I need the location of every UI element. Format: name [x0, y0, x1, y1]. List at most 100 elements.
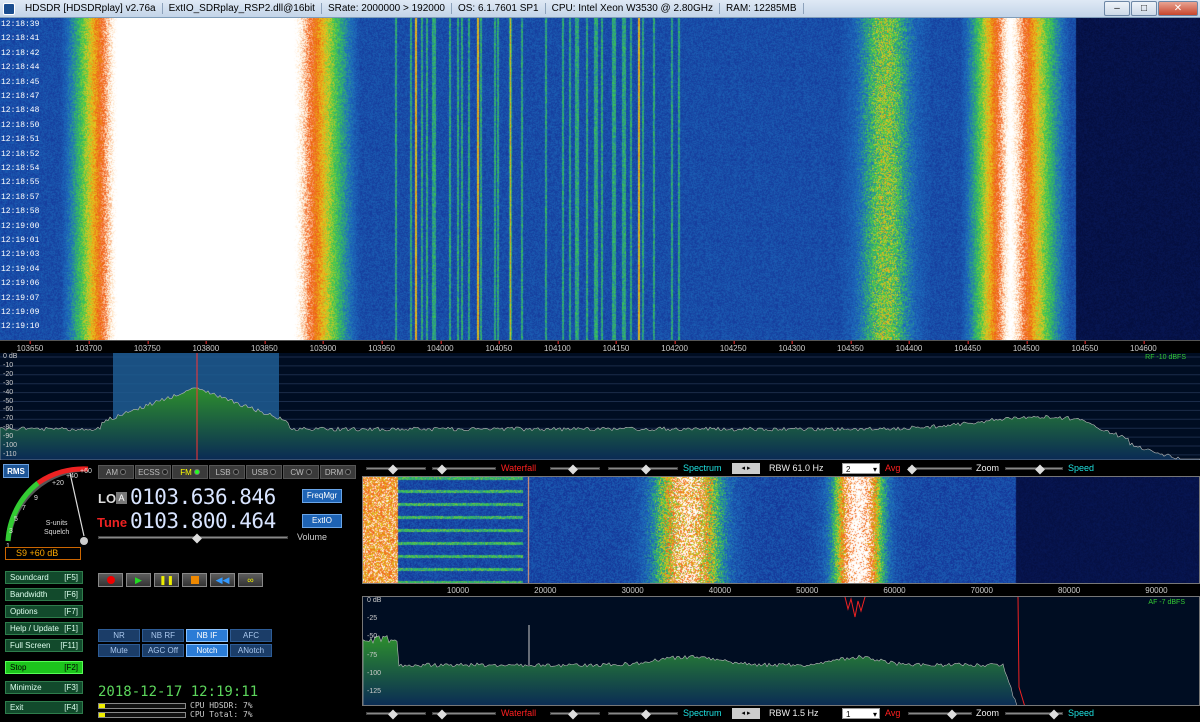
options-button[interactable]: Options [F7] [5, 605, 83, 618]
vfo-a-button[interactable]: A [116, 492, 127, 504]
dsp-agc-off-button[interactable]: AGC Off [142, 644, 184, 657]
s-meter-scale-label: +60 [80, 468, 92, 475]
waterfall-time-label: 12:18:55 [1, 178, 40, 188]
waterfall-slider-2[interactable] [432, 464, 496, 475]
frequency-tick-mark [908, 341, 910, 344]
close-button[interactable]: ✕ [1158, 1, 1198, 16]
stop-playback-button[interactable] [182, 573, 207, 587]
frequency-tick: 103700 [75, 341, 102, 353]
stop-button[interactable]: Stop [F2] [5, 661, 83, 674]
spectrum-slider-1[interactable] [608, 464, 678, 475]
waterfall-label-top: Waterfall [501, 463, 537, 473]
mode-am-button[interactable]: AM [98, 465, 134, 479]
dsp-nb-rf-button[interactable]: NB RF [142, 629, 184, 642]
minimize-button[interactable]: Minimize [F3] [5, 681, 83, 694]
af-bottom-control-bar: Waterfall Spectrum ◂ ▸ RBW 1.5 Hz 1 Avg … [362, 706, 1200, 722]
frequency-tick-label: 104400 [895, 344, 923, 353]
dsp-nb-if-button[interactable]: NB IF [186, 629, 228, 642]
volume-slider-thumb[interactable] [191, 533, 202, 544]
mode-label: ECSS [138, 467, 160, 477]
rewind-button[interactable]: ◀◀ [210, 573, 235, 587]
main-waterfall[interactable]: 12:18:39 12:18:41 12:18:42 12:18:44 12:18:45… [0, 18, 1200, 340]
exit-button[interactable]: Exit [F4] [5, 701, 83, 714]
zoom-slider-bottom[interactable] [908, 709, 972, 720]
af-spectrum-plot[interactable] [363, 597, 1200, 706]
mode-fm-button[interactable]: FM [172, 465, 208, 479]
freqmgr-button[interactable]: FreqMgr [302, 489, 342, 503]
volume-slider[interactable] [98, 533, 288, 544]
af-frequency-tick: 80000 [1057, 586, 1081, 595]
mode-usb-button[interactable]: USB [246, 465, 282, 479]
af-db-label: -50 [367, 633, 378, 641]
s-meter-scale-label: +20 [52, 480, 64, 487]
cpu-hdsdr-bar [98, 703, 186, 709]
record-button[interactable] [98, 573, 123, 587]
waterfall-time-label: 12:18:58 [1, 207, 40, 217]
waterfall-slider-b3[interactable] [550, 709, 600, 720]
full-screen-button[interactable]: Full Screen [F11] [5, 639, 83, 652]
waterfall-time-label: 12:19:07 [1, 293, 40, 303]
mode-lsb-button[interactable]: LSB [209, 465, 245, 479]
mode-drm-button[interactable]: DRM [320, 465, 356, 479]
waterfall-slider-1[interactable] [366, 464, 426, 475]
af-waterfall-canvas[interactable] [363, 477, 1199, 583]
tune-frequency[interactable]: 0103.800.464 [130, 509, 276, 533]
soundcard-button[interactable]: Soundcard [F5] [5, 571, 83, 584]
dsp-anotch-button[interactable]: ANotch [230, 644, 272, 657]
mode-label: DRM [324, 467, 344, 477]
maximize-button[interactable]: □ [1131, 1, 1157, 16]
waterfall-time-label: 12:18:45 [1, 77, 40, 87]
db-scale-label: -100 [3, 442, 18, 449]
frequency-tick: 103750 [134, 341, 161, 353]
lo-label: LO [98, 491, 117, 506]
af-frequency-tick: 40000 [708, 586, 732, 595]
speed-slider-bottom[interactable] [1005, 709, 1063, 720]
frequency-tick-mark [1084, 341, 1086, 344]
stop-shortcut: [F2] [64, 663, 78, 672]
waterfall-time-label: 12:19:01 [1, 236, 40, 245]
frequency-tick-label: 104300 [778, 344, 806, 353]
main-spectrum-plot[interactable] [0, 353, 1200, 461]
db-scale-label: -20 [3, 370, 14, 378]
help-update-button[interactable]: Help / Update [F1] [5, 622, 83, 635]
waterfall-slider-b1[interactable] [366, 709, 426, 720]
mode-ecss-button[interactable]: ECSS [135, 465, 171, 479]
main-frequency-axis[interactable]: 103650 103700 103750 103800 103850 103900 1039… [0, 340, 1200, 353]
minimize-button[interactable]: – [1104, 1, 1130, 16]
dsp-mute-button[interactable]: Mute [98, 644, 140, 657]
af-db-label: -125 [367, 688, 382, 695]
pause-button[interactable]: ❚❚ [154, 573, 179, 587]
main-waterfall-canvas[interactable] [0, 18, 1200, 340]
db-scale-label: -90 [3, 433, 14, 441]
frequency-tick-mark [205, 341, 207, 344]
extio-button[interactable]: ExtIO [302, 514, 342, 528]
mode-cw-button[interactable]: CW [283, 465, 319, 479]
mode-selector: AM ECSS FM LSB USB CW DRM [98, 465, 357, 479]
zoom-slider-top[interactable] [907, 464, 972, 475]
rbw-arrows-top[interactable]: ◂ ▸ [732, 463, 760, 474]
speed-label-bottom: Speed [1068, 708, 1095, 718]
frequency-tick-mark [557, 341, 559, 344]
spectrum-slider-b1[interactable] [608, 709, 678, 720]
dsp-notch-button[interactable]: Notch [186, 644, 228, 657]
lo-frequency[interactable]: 0103.636.846 [130, 485, 276, 509]
main-spectrum[interactable]: 0 dB -10 -20 -30 -40 -50 -60 -70 -80 -90 -100 -110 … [0, 353, 1200, 461]
dsp-nr-button[interactable]: NR [98, 629, 140, 642]
loop-button[interactable]: ∞ [238, 573, 263, 587]
avg-select-bottom[interactable]: 1 [842, 708, 880, 720]
frequency-tick: 104450 [954, 341, 981, 353]
play-button[interactable]: ▶ [126, 573, 151, 587]
speed-slider-top[interactable] [1005, 464, 1063, 475]
bandwidth-shortcut: [F6] [64, 590, 78, 599]
waterfall-slider-3[interactable] [550, 464, 600, 475]
af-spectrum[interactable]: 0 dB -25 -50 -75 -100 -125 AF -7 dBFS [362, 596, 1200, 706]
rbw-arrows-bottom[interactable]: ◂ ▸ [732, 708, 760, 719]
dsp-afc-button[interactable]: AFC [230, 629, 272, 642]
avg-select-top[interactable]: 2 [842, 463, 880, 475]
waterfall-slider-b2[interactable] [432, 709, 496, 720]
waterfall-time-label: 12:18:51 [1, 135, 40, 145]
bandwidth-button[interactable]: Bandwidth [F6] [5, 588, 83, 601]
af-top-control-bar: Waterfall Spectrum ◂ ▸ RBW 61.0 Hz 2 Avg… [362, 462, 1200, 475]
af-waterfall[interactable] [362, 476, 1200, 584]
soundcard-shortcut: [F5] [64, 573, 78, 582]
